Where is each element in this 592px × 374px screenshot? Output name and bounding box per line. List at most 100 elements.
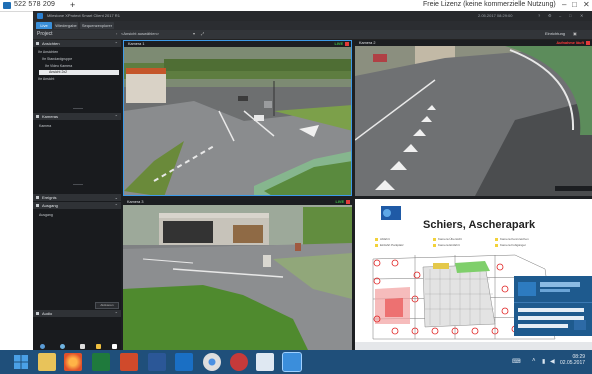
project-label: Project <box>37 31 53 37</box>
outlook-icon[interactable] <box>175 353 193 371</box>
help-icon[interactable]: ? <box>538 13 540 18</box>
left-pane: Ansichten ⌃ Ihr Ansichten Ihr Standardgr… <box>33 40 121 350</box>
close-view-icon[interactable] <box>345 42 349 46</box>
document-icon[interactable] <box>112 344 117 349</box>
panel-icon <box>36 204 39 207</box>
panel-icon <box>36 196 39 199</box>
play-icon[interactable] <box>40 344 45 349</box>
start-icon[interactable] <box>12 353 30 371</box>
teamviewer-icon[interactable] <box>282 352 302 372</box>
panel-title: Ausgang <box>42 203 58 208</box>
view-nav-icon[interactable]: ‹ <box>116 31 117 36</box>
panel-icon <box>36 115 39 118</box>
teamviewer-icon <box>3 2 11 9</box>
app-titlebar: Milestone XProtect Smart Client 2017 R1 … <box>33 11 592 21</box>
chevron-up-icon[interactable]: ⌃ <box>115 310 118 317</box>
tree-item[interactable]: Ihr Ansicht <box>38 77 54 81</box>
folder-icon[interactable] <box>96 344 101 349</box>
chrome-icon[interactable] <box>203 353 221 371</box>
recording-status-badge: Aufnahme läuft <box>556 41 584 45</box>
panel-icon <box>36 42 39 45</box>
camera-3-feed <box>123 199 352 350</box>
panel-title: Kameras <box>42 114 59 119</box>
file-explorer-icon[interactable] <box>38 353 56 371</box>
tab-live[interactable]: Live <box>36 22 52 29</box>
tree-item-selected-label: Ansicht 2x2 <box>49 70 68 74</box>
windows-taskbar: ⌨ ˄ ▮ ◀ 08:29 02.05.2017 <box>0 350 592 374</box>
powerpoint-icon[interactable] <box>120 353 138 371</box>
close-view-icon[interactable] <box>346 200 350 204</box>
site-map-view[interactable]: Schiers, Ascherapark Abfahrt Einfahrt Pa… <box>355 199 592 350</box>
panel-header-output[interactable]: Ausgang ⌃ <box>33 202 121 209</box>
view-selector[interactable]: <Ansicht auswählen> <box>121 31 159 36</box>
chevron-up-icon[interactable]: ⌃ <box>115 202 118 209</box>
session-id: 522 578 209 <box>14 1 56 8</box>
add-connection-button[interactable]: + <box>70 0 75 10</box>
license-notice: Freie Lizenz (keine kommerzielle Nutzung… <box>423 1 556 8</box>
camera-preview-popup[interactable] <box>514 276 592 336</box>
taskbar-clock[interactable]: 08:29 02.05.2017 <box>560 354 585 366</box>
panel-header-audio[interactable]: Audio ⌃ <box>33 310 121 317</box>
app-red-icon[interactable] <box>230 353 248 371</box>
tree-item[interactable]: Kamera <box>39 124 51 128</box>
splitter-handle[interactable] <box>73 108 83 109</box>
camera-tile-2[interactable]: Kamera 2 Aufnahme läuft <box>355 40 592 196</box>
tab-playback[interactable]: Wiedergabe <box>54 22 78 29</box>
tab-sequence-explorer[interactable]: Sequenzexplorer <box>80 22 114 29</box>
activate-button[interactable]: Aktivieren <box>95 302 119 309</box>
panel-header-events[interactable]: Ereignis ⌄ <box>33 194 121 201</box>
refresh-icon[interactable] <box>60 344 65 349</box>
clock-date: 02.05.2017 <box>560 360 586 366</box>
network-icon[interactable]: ▮ <box>542 358 545 365</box>
camera-1-feed <box>124 41 351 195</box>
chevron-down-icon[interactable]: ▾ <box>193 31 195 36</box>
setup-button[interactable]: Einrichtung <box>545 31 565 36</box>
minimize-icon[interactable]: – <box>559 13 561 18</box>
panel-icon <box>36 312 39 315</box>
camera-2-feed <box>355 40 592 196</box>
live-status-badge: LIVE <box>335 200 344 204</box>
remote-desktop-screen: 522 578 209 + Freie Lizenz (keine kommer… <box>0 0 592 374</box>
popup-content <box>514 276 592 336</box>
camera-1-header: Kamera 1 LIVE <box>124 41 351 47</box>
app-title: Milestone XProtect Smart Client 2017 R1 <box>47 13 120 18</box>
settings-icon[interactable]: ⚙ <box>548 13 552 18</box>
view-toolbar: Project ‹ <Ansicht auswählen> ▾ ⤢ Einric… <box>33 30 592 40</box>
panel-title: Ereignis <box>42 195 57 200</box>
live-status-badge: LIVE <box>334 42 343 46</box>
camera-1-name: Kamera 1 <box>128 42 145 46</box>
tree-item[interactable]: Ihr Standardgruppe <box>42 57 72 61</box>
close-icon[interactable]: ✕ <box>583 0 590 9</box>
tree-item[interactable]: Ausgang <box>39 213 53 217</box>
chevron-up-icon[interactable]: ⌃ <box>115 113 118 120</box>
panel-title: Ansichten <box>42 41 60 46</box>
chevron-up-icon[interactable]: ⌃ <box>115 40 118 47</box>
clock-readout: 2.05.2017 08:29:00 <box>478 13 513 18</box>
camera-3-header: Kamera 3 LIVE <box>123 199 352 205</box>
tray-arrow-icon[interactable]: ˄ <box>532 358 536 364</box>
fullscreen-icon[interactable]: ⤢ <box>201 31 204 36</box>
close-view-icon[interactable] <box>586 41 590 45</box>
minimize-icon[interactable]: – <box>562 0 566 9</box>
keyboard-icon[interactable]: ⌨ <box>512 358 521 365</box>
volume-icon[interactable]: ◀ <box>550 358 555 365</box>
maximize-icon[interactable]: □ <box>572 0 577 9</box>
camera-tile-1[interactable]: Kamera 1 LIVE <box>123 40 352 196</box>
maximize-icon[interactable]: □ <box>569 13 571 18</box>
camera-tile-3[interactable]: Kamera 3 LIVE <box>123 199 352 350</box>
panel-header-cameras[interactable]: Kameras ⌃ <box>33 113 121 120</box>
tree-item[interactable]: Ihr Video Kamera <box>45 64 72 68</box>
excel-icon[interactable] <box>92 353 110 371</box>
tree-item[interactable]: Ihr Ansichten <box>38 50 58 54</box>
camera-2-header: Kamera 2 Aufnahme läuft <box>355 40 592 46</box>
close-icon[interactable]: ✕ <box>580 13 583 18</box>
notepad-icon[interactable] <box>256 353 274 371</box>
word-icon[interactable] <box>148 353 166 371</box>
panel-header-views[interactable]: Ansichten ⌃ <box>33 40 121 47</box>
chevron-down-icon[interactable]: ⌄ <box>115 194 118 201</box>
panel-title: Audio <box>42 311 53 316</box>
window-icon[interactable]: ▣ <box>573 31 577 36</box>
pages-icon[interactable] <box>80 344 85 349</box>
splitter-handle[interactable] <box>73 184 83 185</box>
firefox-icon[interactable] <box>64 353 82 371</box>
